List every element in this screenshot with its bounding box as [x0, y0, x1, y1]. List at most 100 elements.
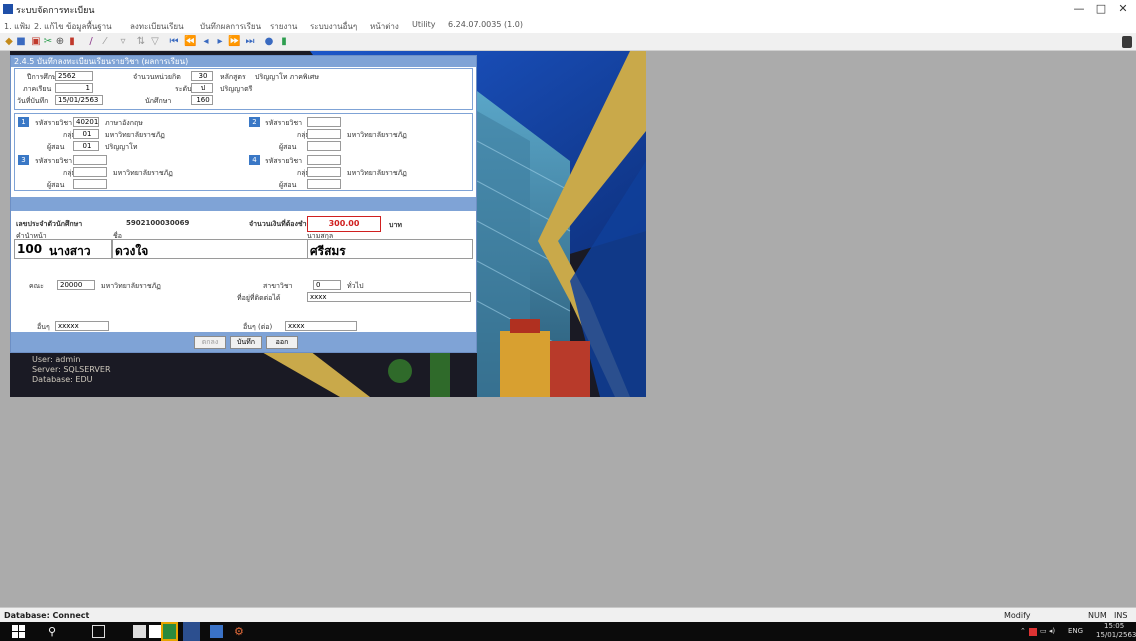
- subject-teacher-input-2[interactable]: [307, 141, 341, 151]
- menu-report[interactable]: รายงาน: [270, 20, 297, 33]
- menu-other[interactable]: ระบบงานอื่นๆ: [310, 20, 357, 33]
- ok-button[interactable]: ตกลง: [194, 336, 226, 349]
- app-icon: [3, 4, 13, 14]
- tray-language[interactable]: ENG: [1068, 627, 1083, 635]
- subject-teacher-label-2: ผู้สอน: [279, 143, 297, 151]
- menu-window[interactable]: หน้าต่าง: [370, 20, 399, 33]
- task-view-icon[interactable]: [92, 625, 105, 638]
- windows-logo: [12, 625, 25, 638]
- app-icon[interactable]: [183, 622, 200, 641]
- menu-grade[interactable]: บันทึกผลการเรียน: [200, 20, 261, 33]
- maximize-button[interactable]: □: [1090, 2, 1112, 16]
- edit-icon[interactable]: ▮: [67, 35, 77, 49]
- save-icon[interactable]: ◆: [4, 35, 14, 49]
- cancel-icon[interactable]: /: [86, 35, 96, 49]
- subject-code-input-2[interactable]: [307, 117, 341, 127]
- version-label: 6.24.07.0035 (1.0): [448, 20, 523, 29]
- prefix-field[interactable]: 100 นางสาว: [14, 239, 112, 259]
- note2-input[interactable]: xxxx: [285, 321, 357, 331]
- mdi-restore-icon[interactable]: [1122, 36, 1132, 48]
- prev-record-icon[interactable]: ◂: [200, 35, 212, 49]
- status-num: NUM: [1088, 611, 1107, 620]
- exit-icon[interactable]: ▮: [278, 35, 290, 49]
- tray-network-icon[interactable]: ▭ ◂): [1040, 627, 1055, 635]
- paste-icon[interactable]: ⊕: [55, 35, 65, 49]
- minimize-button[interactable]: —: [1068, 2, 1090, 16]
- filter-icon[interactable]: ▿: [118, 35, 128, 49]
- next-record-icon[interactable]: ▸: [214, 35, 226, 49]
- subject-group-input-3[interactable]: [73, 167, 107, 177]
- clock-date[interactable]: 15/01/2563: [1096, 631, 1136, 639]
- status-connection: Database: Connect: [4, 611, 90, 620]
- title-bar: ระบบจัดการทะเบียน — □ ✕: [0, 0, 1136, 18]
- bg-info-user: User: admin: [32, 355, 81, 364]
- subject-teacher-input-4[interactable]: [307, 179, 341, 189]
- windows-start-icon[interactable]: [12, 625, 25, 638]
- subject-teacher-label-4: ผู้สอน: [279, 181, 297, 189]
- file-explorer-icon[interactable]: [133, 625, 146, 638]
- subject-code-input-4[interactable]: [307, 155, 341, 165]
- sort-icon[interactable]: ⇅: [136, 35, 146, 49]
- subject-group-input-1[interactable]: 01: [73, 129, 99, 139]
- cut-icon[interactable]: ✂: [43, 35, 53, 49]
- subject-group-text-4: มหาวิทยาลัยราชภัฏ: [347, 169, 407, 177]
- menu-register[interactable]: ลงทะเบียนเรียน: [130, 20, 184, 33]
- note1-input[interactable]: xxxxx: [55, 321, 109, 331]
- term-label: ภาคเรียน: [23, 85, 52, 93]
- menu-edit[interactable]: 2. แก้ไข: [34, 20, 64, 33]
- level-text: ปริญญาตรี: [220, 85, 253, 93]
- tray-icons[interactable]: ⌃: [1020, 627, 1026, 635]
- level-input[interactable]: ป: [191, 83, 213, 93]
- faculty-input[interactable]: 20000: [57, 280, 95, 290]
- subject-group-input-4[interactable]: [307, 167, 341, 177]
- refresh-icon[interactable]: ●: [263, 35, 275, 49]
- credit-input[interactable]: 30: [191, 71, 213, 81]
- menu-file[interactable]: 1. แฟ้ม: [4, 20, 30, 33]
- app2-icon[interactable]: [210, 625, 223, 638]
- date-input[interactable]: 15/01/2563: [55, 95, 103, 105]
- amount-unit: บาท: [389, 221, 402, 229]
- close-button[interactable]: ✕: [1112, 2, 1134, 16]
- save-button[interactable]: บันทึก: [230, 336, 262, 349]
- status-ins: INS: [1114, 611, 1128, 620]
- cancel-button[interactable]: ออก: [266, 336, 298, 349]
- studentcount-input[interactable]: 160: [191, 95, 213, 105]
- major-input[interactable]: 0: [313, 280, 341, 290]
- bg-info-database: Database: EDU: [32, 375, 93, 384]
- subject-group-input-2[interactable]: [307, 129, 341, 139]
- search-icon[interactable]: ⚲: [48, 625, 61, 638]
- term-input[interactable]: 1: [55, 83, 93, 93]
- last-record-icon[interactable]: ⏭: [244, 35, 256, 49]
- bg-info-server: Server: SQLSERVER: [32, 365, 111, 374]
- chrome-icon[interactable]: [161, 622, 178, 641]
- tray-alert-icon[interactable]: [1029, 628, 1037, 636]
- student-surname: ศรีสมร: [310, 244, 346, 258]
- subject-teacher-input-1[interactable]: 01: [73, 141, 99, 151]
- first-record-icon[interactable]: ⏮: [168, 35, 180, 49]
- firstname-field[interactable]: ดวงใจ: [112, 239, 308, 259]
- prev-page-icon[interactable]: ⏪: [184, 35, 196, 49]
- subject-code-label-2: รหัสรายวิชา: [265, 119, 303, 127]
- menu-utility[interactable]: Utility: [412, 20, 436, 29]
- amount-value[interactable]: 300.00: [307, 216, 381, 232]
- window-title: ระบบจัดการทะเบียน: [16, 6, 95, 16]
- copy-icon[interactable]: ▣: [31, 35, 41, 49]
- status-bar: Database: Connect Modify NUM INS: [0, 607, 1136, 622]
- menu-master[interactable]: ข้อมูลพื้นฐาน: [66, 20, 112, 33]
- status-mode: Modify: [1004, 611, 1031, 620]
- surname-field[interactable]: ศรีสมร: [307, 239, 473, 259]
- app3-icon[interactable]: ⚙: [234, 625, 247, 638]
- find-icon[interactable]: ▽: [150, 35, 160, 49]
- subject-code-label-3: รหัสรายวิชา: [35, 157, 73, 165]
- next-page-icon[interactable]: ⏩: [228, 35, 240, 49]
- subject-number-1: 1: [18, 117, 29, 127]
- subject-code-input-3[interactable]: [73, 155, 107, 165]
- year-input[interactable]: 2562: [55, 71, 93, 81]
- subject-code-input-1[interactable]: 40201: [73, 117, 99, 127]
- print-icon[interactable]: ■: [16, 35, 26, 49]
- student-id-label: เลขประจำตัวนักศึกษา: [16, 220, 83, 228]
- subject-teacher-input-3[interactable]: [73, 179, 107, 189]
- clock-time[interactable]: 15:05: [1104, 622, 1124, 630]
- address-input[interactable]: xxxx: [307, 292, 471, 302]
- delete-icon[interactable]: ⁄: [100, 35, 110, 49]
